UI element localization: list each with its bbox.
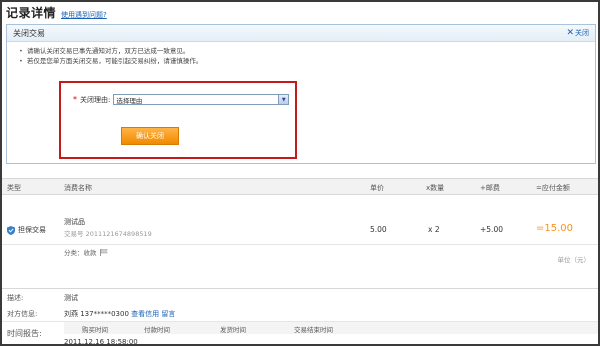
category-label: 分类：收款	[64, 249, 97, 257]
shipping-fee: +5.00	[480, 225, 503, 234]
page-frame: 记录详情 使用遇到问题? 关闭交易 ✕ 关闭 请确认关闭交易已事先通知对方，双方…	[0, 0, 600, 346]
header-item-name: 消费名称	[64, 184, 92, 192]
panel-title: 关闭交易	[13, 28, 45, 38]
category-row: 分类：收款	[64, 247, 108, 257]
close-label: 关闭	[575, 29, 589, 37]
shield-icon	[7, 225, 15, 235]
notice-item: 请确认关闭交易已事先通知对方，双方已达成一致意见。	[19, 46, 595, 56]
header-qty: x数量	[426, 184, 445, 192]
page-title: 记录详情	[6, 6, 57, 20]
notice-list: 请确认关闭交易已事先通知对方，双方已达成一致意见。 若仅是您单方面关闭交易，可能…	[7, 42, 595, 66]
notice-item: 若仅是您单方面关闭交易，可能引起交易纠纷，请谨慎操作。	[19, 56, 595, 66]
required-star: *	[73, 95, 77, 104]
reason-selected-value: 选择理由	[116, 96, 143, 105]
header-price: 单价	[370, 184, 384, 192]
counterparty-value: 刘燕 137*****0300 查看信用 留言	[64, 309, 175, 319]
description-value: 测试	[64, 294, 78, 302]
item-table: 类型 消费名称 单价 x数量 +邮费 =应付金额 担保交易 测试品 交易号 20…	[2, 178, 598, 264]
time-report-row: 时间报告: 购买时间 付款时间 发货时间 交易结束时间 2011.12.16 1…	[2, 321, 598, 346]
trade-type-label: 担保交易	[18, 226, 46, 234]
chevron-down-icon[interactable]: ▼	[278, 95, 289, 104]
header-total: =应付金额	[536, 184, 570, 192]
total-amount: =15.00	[536, 223, 574, 234]
description-row: 描述: 测试	[2, 289, 598, 305]
time-headers: 购买时间 付款时间 发货时间 交易结束时间	[64, 322, 598, 334]
panel-close-button[interactable]: ✕ 关闭	[566, 28, 589, 38]
panel-header: 关闭交易 ✕ 关闭	[7, 25, 595, 42]
table-header: 类型 消费名称 单价 x数量 +邮费 =应付金额	[2, 178, 598, 195]
view-credit-link[interactable]: 查看信用	[131, 310, 159, 318]
confirm-close-button[interactable]: 确认关闭	[121, 127, 179, 145]
table-row: 担保交易 测试品 交易号 2011121674898519 5.00 x 2 +…	[2, 195, 598, 257]
header-shipping: +邮费	[480, 184, 500, 192]
pay-time-header: 付款时间	[144, 326, 170, 334]
help-link[interactable]: 使用遇到问题?	[61, 10, 107, 20]
header-type: 类型	[7, 184, 21, 192]
message-link[interactable]: 留言	[161, 310, 175, 318]
trade-type: 担保交易	[7, 225, 46, 235]
flag-icon[interactable]	[99, 248, 108, 256]
quantity: x 2	[428, 225, 440, 234]
trade-details: 描述: 测试 对方信息: 刘燕 137*****0300 查看信用 留言 时间报…	[2, 288, 598, 346]
reason-label: 关闭理由:	[80, 95, 111, 104]
trade-number: 交易号 2011121674898519	[64, 230, 152, 238]
title-bar: 记录详情 使用遇到问题?	[6, 4, 107, 22]
product-name[interactable]: 测试品	[64, 217, 85, 227]
unit-price: 5.00	[370, 225, 387, 234]
buy-time-header: 购买时间	[82, 326, 108, 334]
close-trade-panel: 关闭交易 ✕ 关闭 请确认关闭交易已事先通知对方，双方已达成一致意见。 若仅是您…	[6, 24, 596, 164]
end-time-header: 交易结束时间	[294, 326, 333, 334]
counterparty-name: 刘燕 137*****0300	[64, 310, 129, 318]
ship-time-header: 发货时间	[220, 326, 246, 334]
reason-select[interactable]: 选择理由 ▼	[113, 94, 290, 105]
unit-note: 单位（元）	[557, 256, 591, 264]
buy-time-value: 2011.12.16 18:58:00	[64, 338, 138, 346]
counterparty-row: 对方信息: 刘燕 137*****0300 查看信用 留言	[2, 305, 598, 321]
reason-row: * 关闭理由: 选择理由 ▼	[73, 94, 290, 105]
reason-highlight-box: * 关闭理由: 选择理由 ▼ 确认关闭	[59, 81, 297, 159]
counterparty-label: 对方信息:	[7, 310, 38, 318]
close-x-icon: ✕	[566, 28, 574, 38]
description-label: 描述:	[7, 294, 24, 302]
time-report-label: 时间报告:	[7, 329, 42, 338]
